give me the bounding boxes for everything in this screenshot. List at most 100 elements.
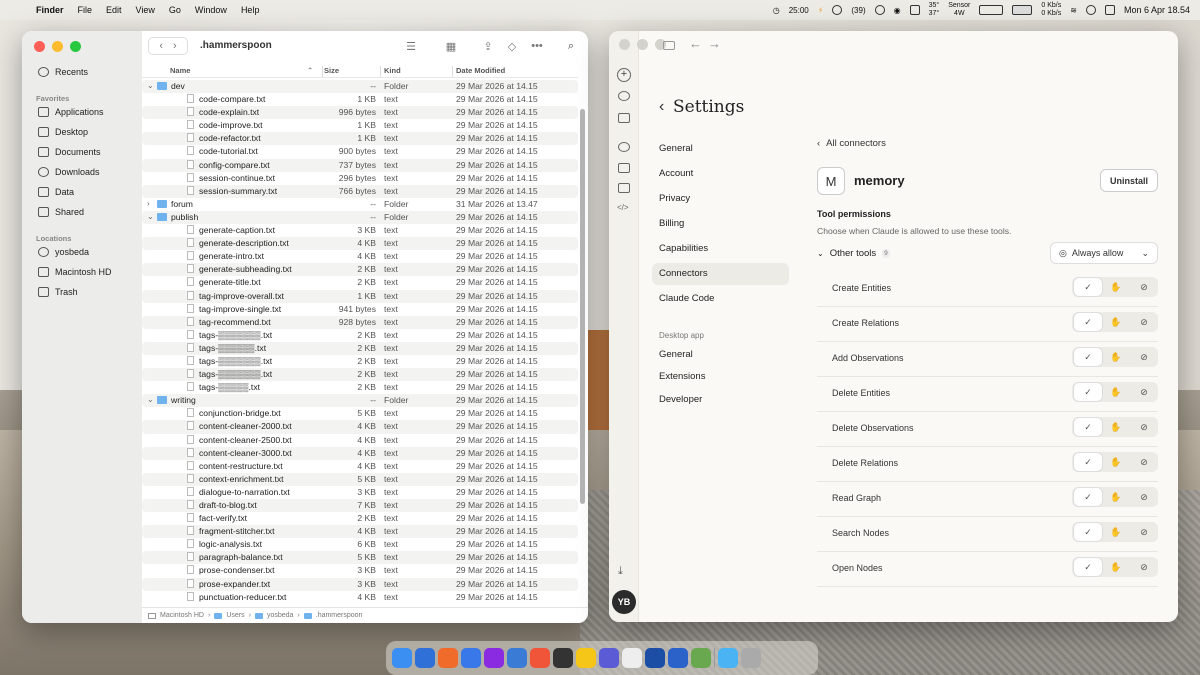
all-connectors-link[interactable]: ‹ All connectors <box>817 138 886 149</box>
nav-capabilities[interactable]: Capabilities <box>659 243 708 254</box>
needs-approval-icon[interactable]: ✋ <box>1102 348 1130 366</box>
shield-icon[interactable] <box>909 5 920 15</box>
sidebar-item-shared[interactable]: Shared <box>38 207 84 217</box>
close-button[interactable] <box>34 41 45 52</box>
timer-icon[interactable]: ◷ <box>773 6 780 15</box>
table-row[interactable]: ⌄ dev -- Folder 29 Mar 2026 at 14.15 <box>142 80 578 94</box>
menu-view[interactable]: View <box>136 5 155 15</box>
needs-approval-icon[interactable]: ✋ <box>1102 418 1130 436</box>
table-row[interactable]: code-refactor.txt 1 KB text 29 Mar 2026 at … <box>142 132 578 146</box>
headset-icon[interactable] <box>874 5 885 15</box>
briefcase-icon[interactable] <box>618 113 630 123</box>
status-dot-icon[interactable] <box>832 5 843 15</box>
path-segment[interactable]: Users <box>226 612 244 619</box>
table-row[interactable]: fact-verify.txt 2 KB text 29 Mar 2026 at 14… <box>142 512 578 525</box>
column-kind[interactable]: Kind <box>384 66 401 75</box>
dock-app-icon[interactable] <box>484 648 504 668</box>
table-row[interactable]: tag-improve-overall.txt 1 KB text 29 Mar 20… <box>142 289 578 303</box>
path-segment[interactable]: Macintosh HD <box>160 612 204 619</box>
dock-app-icon[interactable] <box>718 648 738 668</box>
table-row[interactable]: ⌄ writing -- Folder 29 Mar 2026 at 14.15 <box>142 394 578 408</box>
menu-go[interactable]: Go <box>169 5 181 15</box>
uninstall-button[interactable]: Uninstall <box>1100 169 1158 192</box>
menu-file[interactable]: File <box>78 5 93 15</box>
back-arrow-icon[interactable]: ← <box>689 36 702 51</box>
close-button[interactable] <box>619 39 630 50</box>
dock-app-icon[interactable] <box>530 648 550 668</box>
wifi-icon[interactable]: ≋ <box>1070 6 1077 15</box>
nav-account[interactable]: Account <box>659 168 693 179</box>
table-row[interactable]: generate-title.txt 2 KB text 29 Mar 2026 at… <box>142 276 578 289</box>
settings-back-icon[interactable]: ‹ <box>659 98 664 116</box>
sidebar-item-macintosh-hd[interactable]: Macintosh HD <box>38 267 112 277</box>
dock-app-icon[interactable] <box>668 648 688 668</box>
chat-icon[interactable] <box>618 142 630 152</box>
needs-approval-icon[interactable]: ✋ <box>1102 523 1130 541</box>
nav-privacy[interactable]: Privacy <box>659 193 690 204</box>
sidebar-item-downloads[interactable]: Downloads <box>38 167 100 177</box>
block-icon[interactable]: ⊘ <box>1130 418 1158 436</box>
disclosure-triangle-icon[interactable]: ⌄ <box>147 81 154 90</box>
table-row[interactable]: generate-description.txt 4 KB text 29 Mar 2… <box>142 237 578 251</box>
table-row[interactable]: tags-▒▒▒▒▒.txt 2 KB text 29 Mar 2026 at 14.… <box>142 381 578 394</box>
dock-app-icon[interactable] <box>461 648 481 668</box>
table-row[interactable]: code-explain.txt 996 bytes text 29 Mar 2026… <box>142 106 578 120</box>
menu-edit[interactable]: Edit <box>106 5 122 15</box>
sidebar-item-applications[interactable]: Applications <box>38 107 104 117</box>
dock-app-icon[interactable] <box>576 648 596 668</box>
forward-button[interactable]: › <box>173 40 177 52</box>
share-icon[interactable]: ⇪ <box>480 37 496 55</box>
always-allow-icon[interactable]: ✓ <box>1074 383 1102 401</box>
always-allow-icon[interactable]: ✓ <box>1074 453 1102 471</box>
tag-icon[interactable]: ◇ <box>504 37 520 55</box>
table-row[interactable]: code-improve.txt 1 KB text 29 Mar 2026 at 1… <box>142 119 578 132</box>
list-view-icon[interactable]: ☰ <box>398 37 424 55</box>
table-row[interactable]: prose-condenser.txt 3 KB text 29 Mar 2026 a… <box>142 564 578 577</box>
table-row[interactable]: › forum -- Folder 31 Mar 2026 at 13.47 <box>142 198 578 211</box>
always-allow-icon[interactable]: ✓ <box>1074 418 1102 436</box>
dock-app-icon[interactable] <box>741 648 761 668</box>
dock-app-icon[interactable] <box>507 648 527 668</box>
column-date-modified[interactable]: Date Modified <box>456 66 505 75</box>
dock-app-icon[interactable] <box>392 648 412 668</box>
sidebar-item-trash[interactable]: Trash <box>38 287 78 297</box>
table-row[interactable]: generate-intro.txt 4 KB text 29 Mar 2026 at… <box>142 250 578 263</box>
table-row[interactable]: logic-analysis.txt 6 KB text 29 Mar 2026 at… <box>142 538 578 551</box>
path-segment[interactable]: yosbeda <box>267 612 293 619</box>
menubar-datetime[interactable]: Mon 6 Apr 18.54 <box>1124 5 1190 15</box>
download-icon[interactable]: ⤓ <box>618 565 623 578</box>
other-tools-toggle[interactable]: ⌄ Other tools 9 <box>817 248 890 259</box>
needs-approval-icon[interactable]: ✋ <box>1102 558 1130 576</box>
nav-billing[interactable]: Billing <box>659 218 684 229</box>
table-row[interactable]: tags-▒▒▒▒▒▒▒.txt 2 KB text 29 Mar 2026 at 1… <box>142 329 578 342</box>
dock-app-icon[interactable] <box>415 648 435 668</box>
dock-app-icon[interactable] <box>438 648 458 668</box>
sidebar-item-yosbeda[interactable]: yosbeda <box>38 247 89 257</box>
search-icon[interactable] <box>618 91 630 101</box>
disclosure-triangle-icon[interactable]: › <box>147 199 150 208</box>
sidebar-item-recents[interactable]: Recents <box>38 67 88 77</box>
path-segment[interactable]: .hammerspoon <box>316 612 363 619</box>
needs-approval-icon[interactable]: ✋ <box>1102 488 1130 506</box>
nav-connectors[interactable]: Connectors <box>652 263 789 285</box>
table-row[interactable]: code-tutorial.txt 900 bytes text 29 Mar 202… <box>142 145 578 158</box>
sidebar-toggle-icon[interactable] <box>663 41 675 50</box>
always-allow-icon[interactable]: ✓ <box>1074 488 1102 506</box>
temperature-stat[interactable]: 35° 37° <box>929 2 940 18</box>
record-icon[interactable] <box>1085 5 1096 15</box>
needs-approval-icon[interactable]: ✋ <box>1102 453 1130 471</box>
table-row[interactable]: content-cleaner-2000.txt 4 KB text 29 Mar 2… <box>142 420 578 434</box>
nav-desktop-general[interactable]: General <box>659 349 693 360</box>
block-icon[interactable]: ⊘ <box>1130 278 1158 296</box>
always-allow-icon[interactable]: ✓ <box>1074 523 1102 541</box>
table-row[interactable]: prose-expander.txt 3 KB text 29 Mar 2026 at… <box>142 577 578 591</box>
projects-icon[interactable] <box>618 163 630 173</box>
table-row[interactable]: content-restructure.txt 4 KB text 29 Mar 20… <box>142 460 578 473</box>
needs-approval-icon[interactable]: ✋ <box>1102 383 1130 401</box>
menu-window[interactable]: Window <box>195 5 227 15</box>
disclosure-triangle-icon[interactable]: ⌄ <box>147 212 154 221</box>
column-size[interactable]: Size <box>324 66 339 75</box>
dock-app-icon[interactable] <box>622 648 642 668</box>
more-icon[interactable]: ••• <box>528 37 546 55</box>
forward-arrow-icon[interactable]: → <box>708 36 721 51</box>
